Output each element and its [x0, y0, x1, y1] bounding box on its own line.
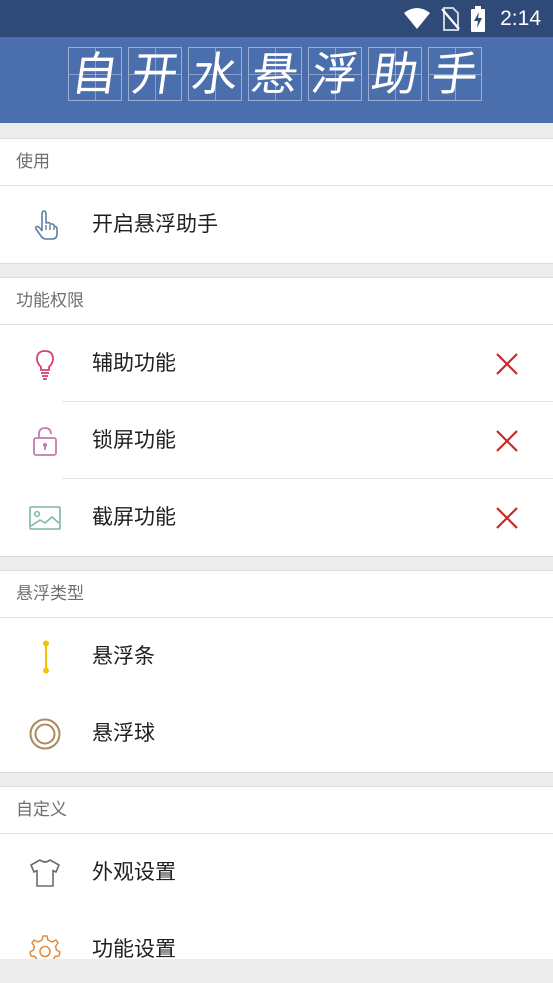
- title-char: 浮: [308, 47, 362, 101]
- screenshot-item[interactable]: 截屏功能: [0, 479, 553, 556]
- wifi-icon: [404, 8, 431, 29]
- title-char: 水: [188, 47, 242, 101]
- hand-pointer-icon: [34, 210, 58, 240]
- title-char: 手: [428, 47, 482, 101]
- section-permissions: 功能权限 辅助功能 锁屏功能 截屏功能: [0, 277, 553, 557]
- shirt-icon: [30, 859, 60, 887]
- row-label: 锁屏功能: [92, 428, 176, 452]
- row-label: 开启悬浮助手: [92, 212, 218, 236]
- status-bar: 2:14: [0, 0, 553, 37]
- float-ball-icon: [29, 718, 61, 750]
- section-header-custom: 自定义: [0, 787, 553, 834]
- lock-icon: [33, 427, 57, 456]
- title-char: 开: [128, 47, 182, 101]
- appearance-settings-item[interactable]: 外观设置: [0, 834, 553, 911]
- disabled-x-icon: [496, 353, 518, 375]
- gear-icon: [29, 935, 61, 959]
- row-label: 悬浮球: [92, 721, 155, 745]
- row-label: 外观设置: [92, 860, 176, 884]
- section-header-usage: 使用: [0, 139, 553, 186]
- status-time: 2:14: [500, 7, 541, 30]
- float-bar-icon: [43, 640, 49, 674]
- accessibility-item[interactable]: 辅助功能: [0, 325, 553, 402]
- app-header: 自 开 水 悬 浮 助 手: [0, 37, 553, 123]
- row-label: 功能设置: [92, 937, 176, 959]
- section-custom: 自定义 外观设置 功能设置: [0, 786, 553, 959]
- title-char: 助: [368, 47, 422, 101]
- title-char: 悬: [248, 47, 302, 101]
- lock-screen-item[interactable]: 锁屏功能: [0, 402, 553, 479]
- disabled-x-icon: [496, 430, 518, 452]
- title-char: 自: [68, 47, 122, 101]
- row-label: 悬浮条: [92, 644, 155, 668]
- lightbulb-icon: [36, 350, 54, 380]
- enable-float-assistant-item[interactable]: 开启悬浮助手: [0, 186, 553, 263]
- section-usage: 使用 开启悬浮助手: [0, 138, 553, 264]
- float-bar-item[interactable]: 悬浮条: [0, 618, 553, 695]
- image-icon: [29, 506, 61, 530]
- section-header-float-type: 悬浮类型: [0, 571, 553, 618]
- section-float-type: 悬浮类型 悬浮条 悬浮球: [0, 570, 553, 773]
- section-header-permissions: 功能权限: [0, 278, 553, 325]
- app-title: 自 开 水 悬 浮 助 手: [68, 47, 482, 101]
- row-label: 截屏功能: [92, 505, 176, 529]
- no-sim-icon: [441, 7, 460, 31]
- row-label: 辅助功能: [92, 351, 176, 375]
- function-settings-item[interactable]: 功能设置: [0, 911, 553, 959]
- battery-charging-icon: [471, 6, 486, 32]
- float-ball-item[interactable]: 悬浮球: [0, 695, 553, 772]
- disabled-x-icon: [496, 507, 518, 529]
